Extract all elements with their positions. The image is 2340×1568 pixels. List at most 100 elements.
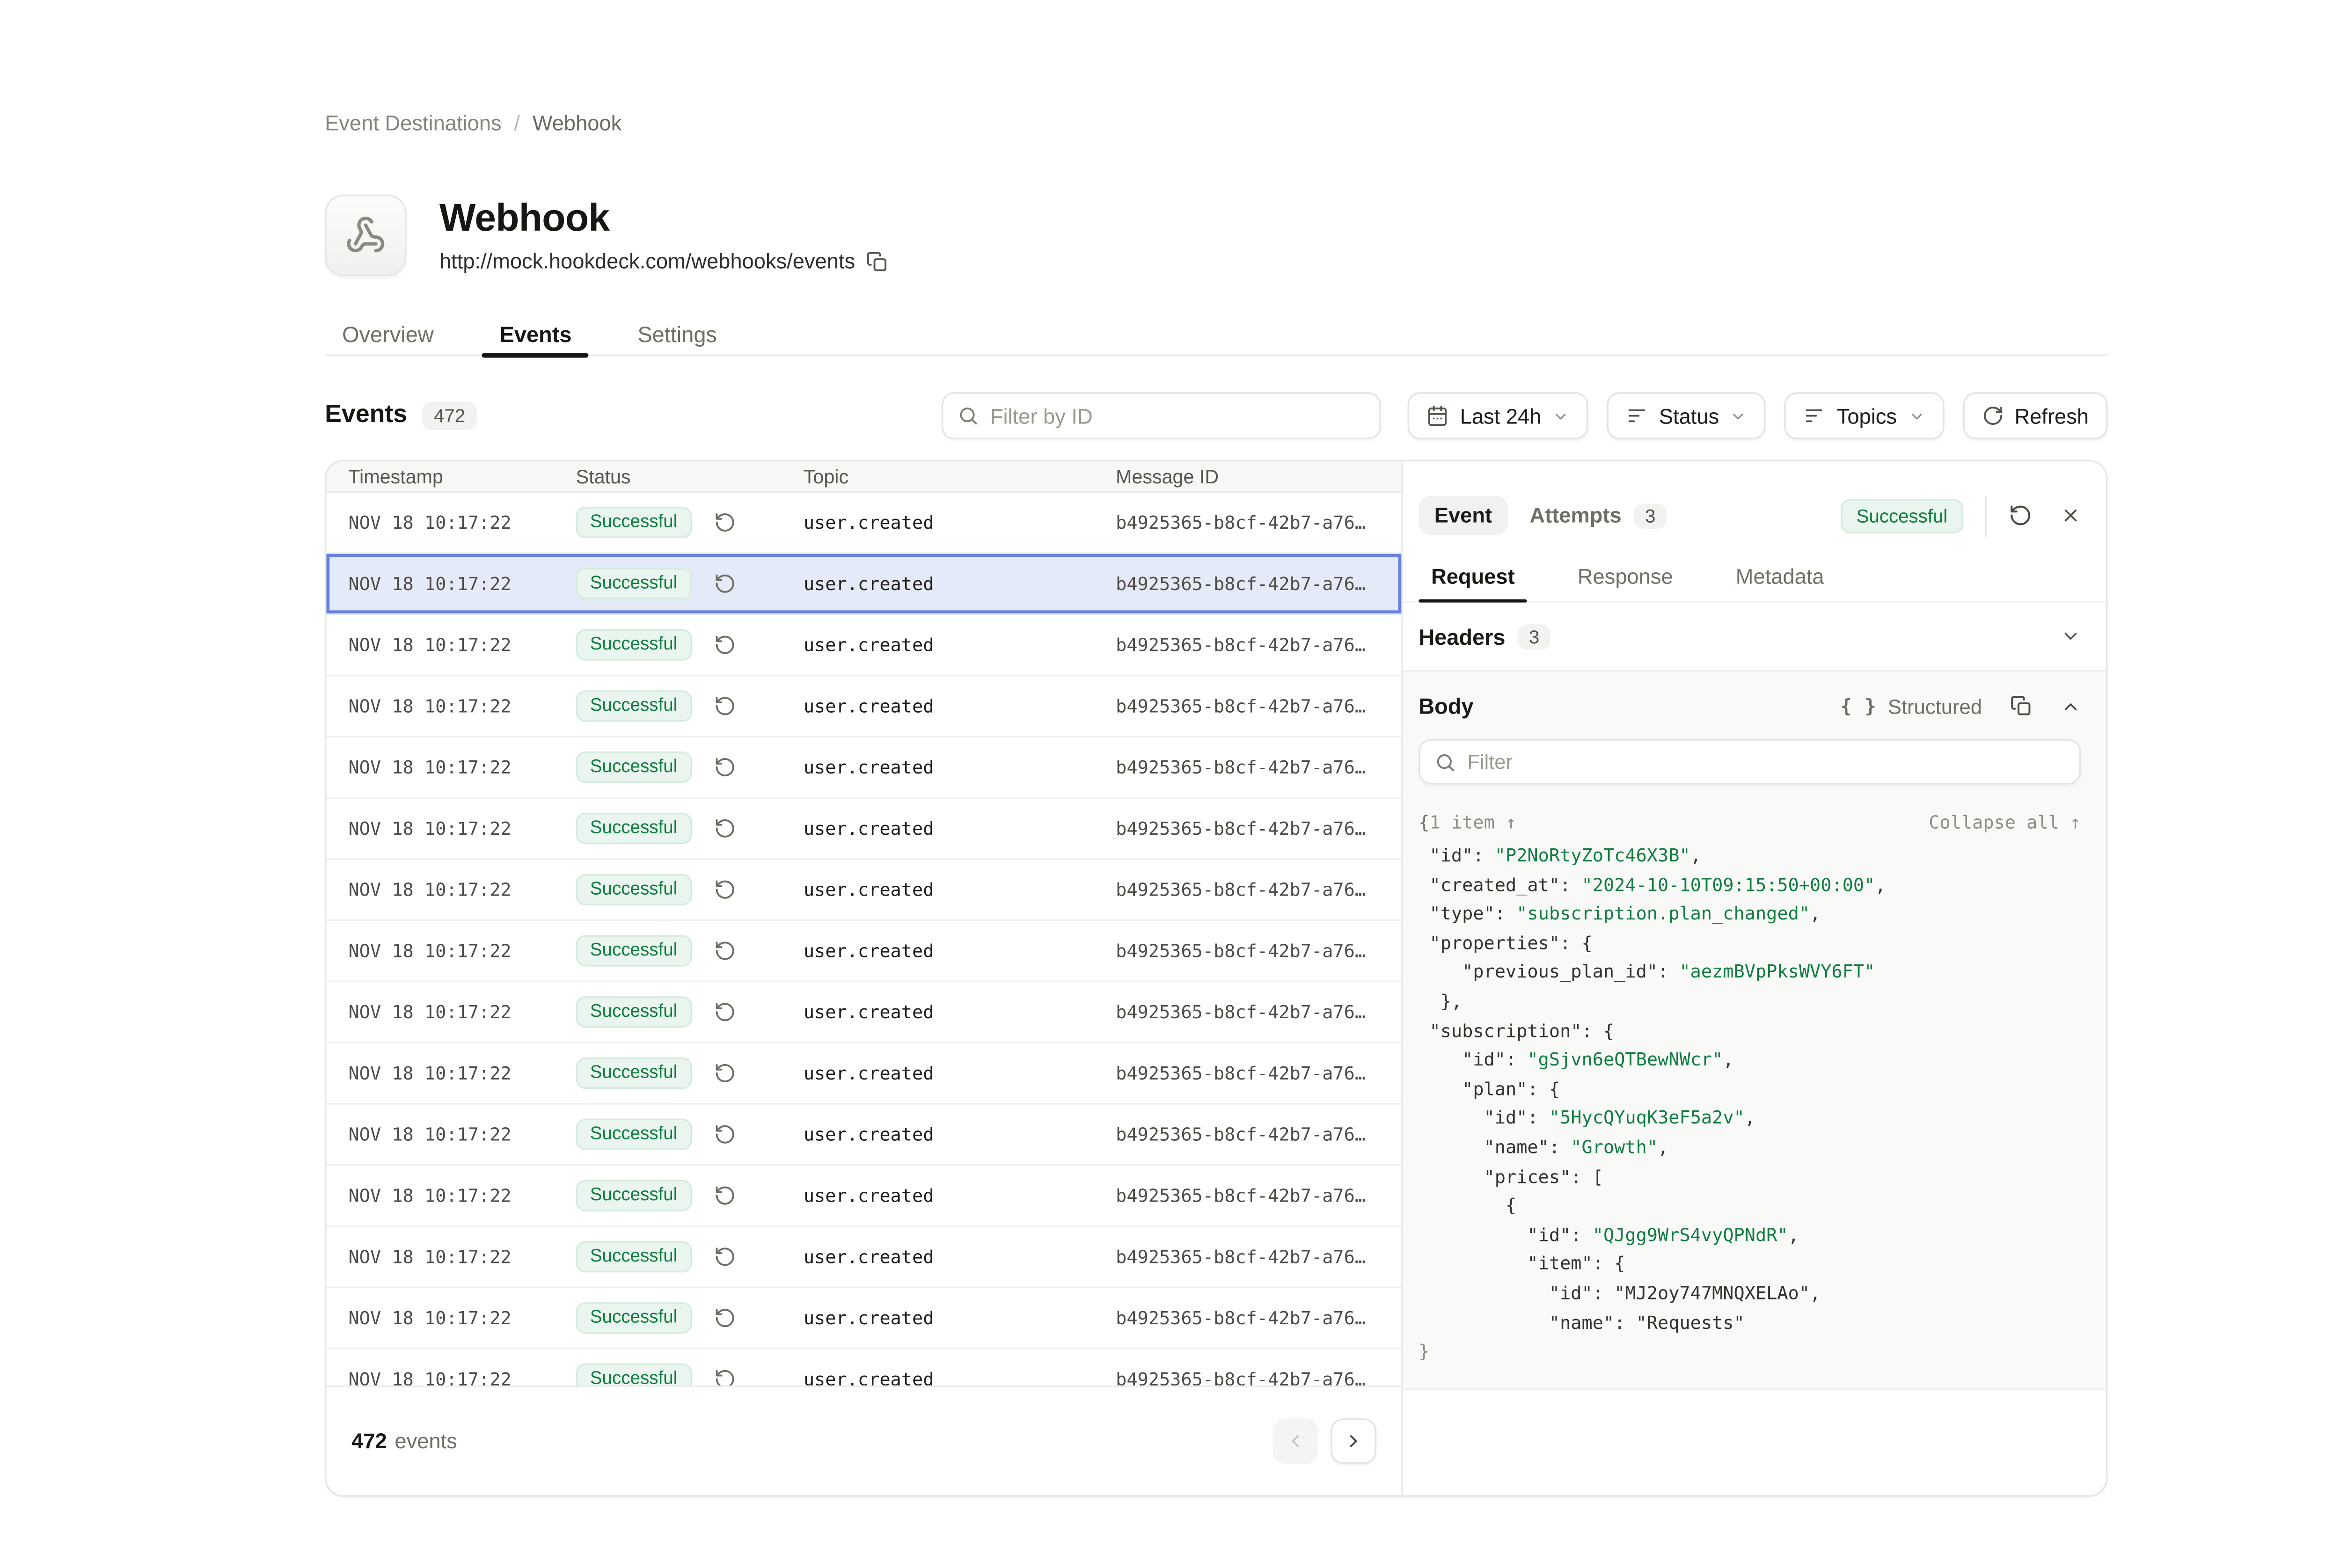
row-status: Successful: [576, 996, 804, 1028]
row-timestamp: NOV 18 10:17:22: [348, 1368, 576, 1386]
table-row[interactable]: NOV 18 10:17:22 Successful user.created …: [326, 676, 1401, 737]
breadcrumb-event-destinations[interactable]: Event Destinations: [325, 111, 501, 135]
table-row[interactable]: NOV 18 10:17:22 Successful user.created …: [326, 1288, 1401, 1349]
row-topic: user.created: [804, 1001, 1116, 1023]
row-status: Successful: [576, 751, 804, 783]
retry-icon[interactable]: [713, 573, 735, 595]
braces-icon[interactable]: { }: [1841, 695, 1877, 717]
status-badge: Successful: [590, 635, 677, 654]
webhook-url: http://mock.hookdeck.com/webhooks/events: [439, 249, 855, 273]
filter-by-id-input[interactable]: [942, 392, 1381, 439]
breadcrumb-webhook: Webhook: [533, 111, 622, 135]
status-filter-label: Status: [1659, 404, 1719, 427]
body-filter-input[interactable]: [1419, 739, 2081, 784]
structured-toggle[interactable]: Structured: [1888, 694, 1982, 718]
table-row[interactable]: NOV 18 10:17:22 Successful user.created …: [326, 1105, 1401, 1166]
collapse-all-button[interactable]: Collapse all ↑: [1929, 811, 2081, 833]
row-timestamp: NOV 18 10:17:22: [348, 573, 576, 595]
row-timestamp: NOV 18 10:17:22: [348, 511, 576, 533]
next-page-button[interactable]: [1331, 1418, 1376, 1464]
headers-section-toggle[interactable]: Headers 3: [1403, 603, 2106, 672]
tab-overview[interactable]: Overview: [325, 312, 451, 355]
retry-icon[interactable]: [713, 1001, 735, 1023]
row-topic: user.created: [804, 756, 1116, 778]
retry-icon[interactable]: [713, 1307, 735, 1329]
row-message-id: b4925365-b8cf-42b7-a76…: [1116, 1062, 1401, 1084]
attempts-count-badge: 3: [1634, 503, 1667, 528]
retry-icon[interactable]: [713, 695, 735, 717]
row-timestamp: NOV 18 10:17:22: [348, 1001, 576, 1023]
row-timestamp: NOV 18 10:17:22: [348, 695, 576, 717]
row-message-id: b4925365-b8cf-42b7-a76…: [1116, 1307, 1401, 1329]
refresh-button[interactable]: Refresh: [1963, 392, 2107, 439]
topics-filter-button[interactable]: Topics: [1785, 392, 1944, 439]
table-row[interactable]: NOV 18 10:17:22 Successful user.created …: [326, 921, 1401, 982]
retry-icon[interactable]: [713, 879, 735, 901]
last-24h-button[interactable]: Last 24h: [1408, 392, 1588, 439]
subtab-metadata[interactable]: Metadata: [1723, 551, 1836, 601]
chevron-down-icon[interactable]: [2061, 626, 2081, 647]
events-heading: Events: [325, 401, 407, 430]
body-controls: { } Structured: [1841, 694, 2081, 718]
retry-icon[interactable]: [713, 511, 735, 533]
row-status: Successful: [576, 1364, 804, 1386]
subtab-response[interactable]: Response: [1565, 551, 1686, 601]
row-timestamp: NOV 18 10:17:22: [348, 817, 576, 839]
webhook-icon: [345, 215, 386, 255]
table-row[interactable]: NOV 18 10:17:22 Successful user.created …: [326, 1227, 1401, 1288]
status-badge: Successful: [590, 1309, 677, 1327]
retry-icon[interactable]: [713, 1185, 735, 1207]
body-label: Body: [1419, 693, 1473, 719]
row-topic: user.created: [804, 1246, 1116, 1268]
retry-event-icon[interactable]: [2009, 503, 2032, 527]
table-row[interactable]: NOV 18 10:17:22 Successful user.created …: [326, 554, 1401, 615]
retry-icon[interactable]: [713, 1368, 735, 1386]
json-item-count[interactable]: 1 item ↑: [1430, 811, 1517, 833]
tab-event[interactable]: Event: [1419, 496, 1507, 535]
table-row[interactable]: NOV 18 10:17:22 Successful user.created …: [326, 737, 1401, 799]
status-filter-button[interactable]: Status: [1607, 392, 1766, 439]
table-row[interactable]: NOV 18 10:17:22 Successful user.created …: [326, 1043, 1401, 1105]
retry-icon[interactable]: [713, 940, 735, 962]
table-row[interactable]: NOV 18 10:17:22 Successful user.created …: [326, 860, 1401, 921]
retry-icon[interactable]: [713, 1123, 735, 1145]
subtab-request[interactable]: Request: [1419, 551, 1527, 601]
table-row[interactable]: NOV 18 10:17:22 Successful user.created …: [326, 982, 1401, 1043]
row-timestamp: NOV 18 10:17:22: [348, 634, 576, 656]
copy-url-icon[interactable]: [866, 250, 888, 272]
row-topic: user.created: [804, 1185, 1116, 1207]
status-badge: Successful: [590, 1125, 677, 1144]
chevron-up-icon[interactable]: [2061, 696, 2081, 716]
table-row[interactable]: NOV 18 10:17:22 Successful user.created …: [326, 1166, 1401, 1227]
previous-page-button[interactable]: [1272, 1418, 1318, 1464]
table-row[interactable]: NOV 18 10:17:22 Successful user.created …: [326, 493, 1401, 554]
tab-events[interactable]: Events: [483, 312, 589, 355]
close-icon[interactable]: [2061, 505, 2081, 526]
table-row[interactable]: NOV 18 10:17:22 Successful user.created …: [326, 1349, 1401, 1386]
tab-settings[interactable]: Settings: [620, 312, 734, 355]
refresh-label: Refresh: [2015, 404, 2089, 427]
status-badge: Successful: [590, 1370, 677, 1386]
search-icon: [1434, 751, 1456, 773]
retry-icon[interactable]: [713, 1062, 735, 1084]
column-status: Status: [576, 465, 804, 487]
table-row[interactable]: NOV 18 10:17:22 Successful user.created …: [326, 799, 1401, 860]
tab-attempts[interactable]: Attempts 3: [1530, 503, 1667, 528]
copy-body-icon[interactable]: [2010, 695, 2032, 717]
table-row[interactable]: NOV 18 10:17:22 Successful user.created …: [326, 615, 1401, 676]
row-message-id: b4925365-b8cf-42b7-a76…: [1116, 1185, 1401, 1207]
row-message-id: b4925365-b8cf-42b7-a76…: [1116, 940, 1401, 962]
row-message-id: b4925365-b8cf-42b7-a76…: [1116, 634, 1401, 656]
row-status: Successful: [576, 629, 804, 661]
panel-empty-space: [1403, 1390, 2106, 1495]
retry-icon[interactable]: [713, 634, 735, 656]
retry-icon[interactable]: [713, 817, 735, 839]
filter-icon: [1626, 405, 1648, 427]
row-status: Successful: [576, 1057, 804, 1089]
retry-icon[interactable]: [713, 756, 735, 778]
retry-icon[interactable]: [713, 1246, 735, 1268]
row-message-id: b4925365-b8cf-42b7-a76…: [1116, 1368, 1401, 1386]
row-status: Successful: [576, 690, 804, 722]
row-message-id: b4925365-b8cf-42b7-a76…: [1116, 1001, 1401, 1023]
chevron-down-icon: [1908, 407, 1925, 424]
